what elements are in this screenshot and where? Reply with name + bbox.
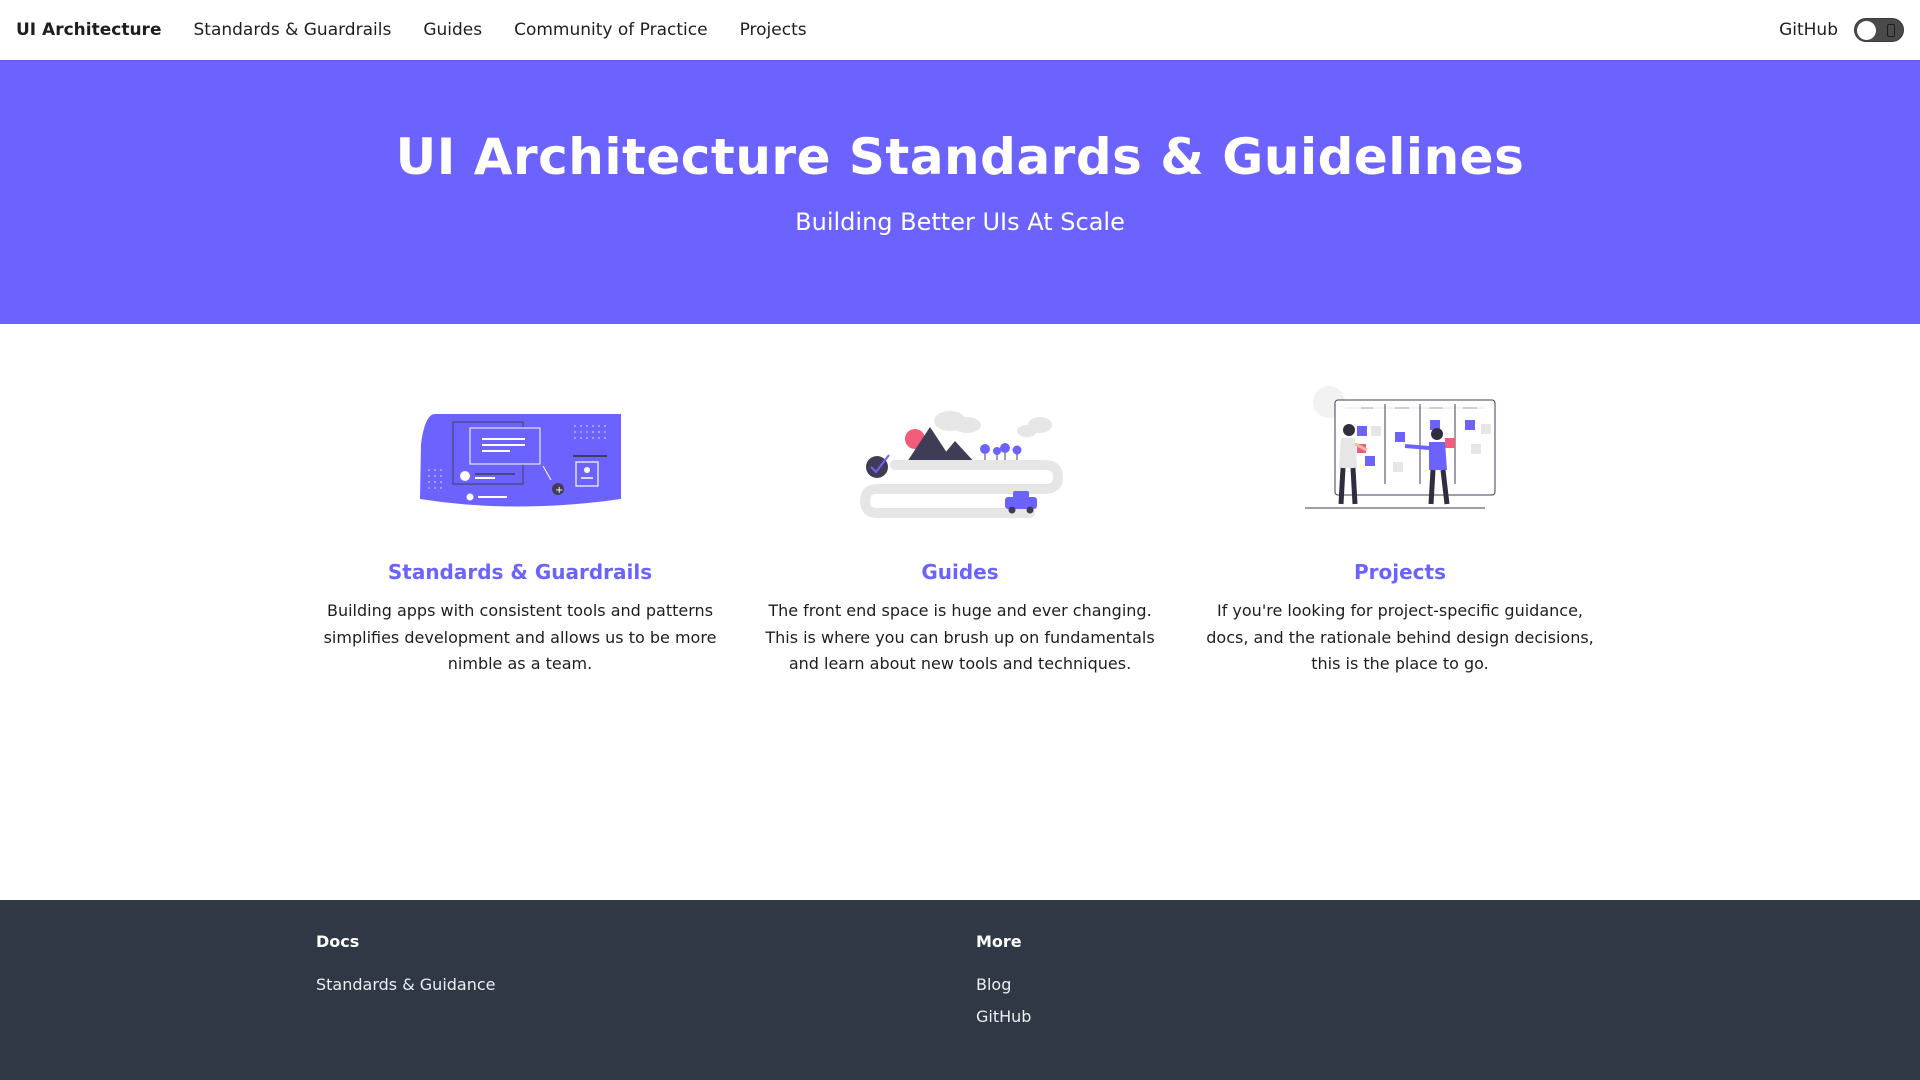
toggle-knob	[1857, 21, 1876, 40]
nav-link-projects[interactable]: Projects	[740, 20, 807, 40]
feature-desc-standards: Building apps with consistent tools and …	[323, 601, 717, 673]
footer-col-title: More	[976, 932, 1022, 951]
feature-standards: + Standards & Guardrails Building apps w	[300, 384, 740, 678]
dark-mode-toggle[interactable]	[1854, 18, 1904, 42]
nav-link-github[interactable]: GitHub	[1779, 20, 1838, 40]
svg-text:+: +	[555, 485, 563, 496]
hero-subtitle: Building Better UIs At Scale	[795, 208, 1125, 236]
nav-link-standards[interactable]: Standards & Guardrails	[193, 20, 391, 40]
mountain-road-illustration	[760, 384, 1160, 534]
footer-columns: Docs Standards & Guidance More Blog GitH…	[0, 932, 1920, 1033]
navbar: UI Architecture Standards & Guardrails G…	[0, 0, 1920, 60]
feature-desc-projects: If you're looking for project-specific g…	[1206, 601, 1594, 673]
footer-link-github[interactable]: GitHub	[976, 1001, 1636, 1033]
footer-col-title: Docs	[316, 932, 360, 951]
feature-projects: Projects If you're looking for project-s…	[1180, 384, 1620, 678]
ui-layout-illustration: +	[320, 384, 720, 534]
footer-col-docs: Docs Standards & Guidance	[316, 932, 976, 1033]
nav-right: GitHub	[1779, 18, 1904, 42]
footer-link-standards-guidance[interactable]: Standards & Guidance	[316, 969, 976, 1001]
nav-link-guides[interactable]: Guides	[423, 20, 482, 40]
feature-desc-guides: The front end space is huge and ever cha…	[765, 601, 1155, 673]
footer-link-blog[interactable]: Blog	[976, 969, 1636, 1001]
feature-title-guides: Guides	[921, 560, 999, 584]
footer: Docs Standards & Guidance More Blog GitH…	[0, 900, 1920, 1080]
nav-link-community[interactable]: Community of Practice	[514, 20, 707, 40]
feature-guides: Guides The front end space is huge and e…	[740, 384, 1180, 678]
features-section: + Standards & Guardrails Building apps w	[0, 324, 1920, 678]
hero-banner: UI Architecture Standards & Guidelines B…	[0, 60, 1920, 324]
footer-col-more: More Blog GitHub	[976, 932, 1636, 1033]
brand-link[interactable]: UI Architecture	[16, 20, 161, 40]
feature-title-standards: Standards & Guardrails	[387, 560, 653, 584]
hero-title: UI Architecture Standards & Guidelines	[395, 128, 1525, 186]
moon-icon	[1887, 24, 1895, 37]
feature-title-projects: Projects	[1353, 560, 1446, 584]
kanban-board-illustration	[1200, 384, 1600, 534]
